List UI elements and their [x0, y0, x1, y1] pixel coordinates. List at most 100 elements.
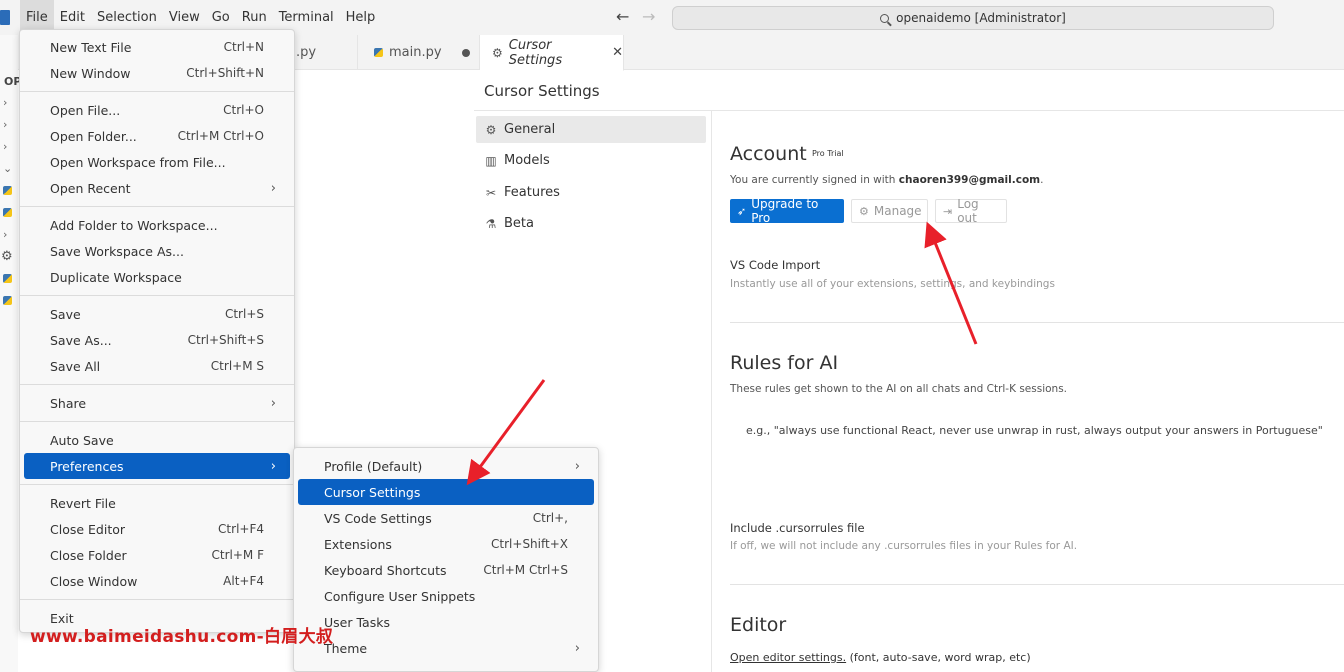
file-menu: New Text File Ctrl+N New Window Ctrl+Shift…	[19, 29, 295, 633]
flask-icon: ⚗	[485, 216, 497, 231]
menu-item-save-as[interactable]: Save As... Ctrl+Shift+S	[24, 327, 290, 353]
menu-item-new-window[interactable]: New Window Ctrl+Shift+N	[24, 60, 290, 86]
menu-item-user-tasks[interactable]: User Tasks	[298, 609, 594, 635]
vscode-import-title: VS Code Import	[730, 258, 821, 272]
account-email: chaoren399@gmail.com	[898, 174, 1041, 186]
settings-nav-label: Features	[504, 185, 560, 200]
chevron-right-icon: ›	[270, 458, 276, 474]
rules-for-ai-title: Rules for AI	[730, 352, 839, 374]
chevron-right-icon: ›	[270, 395, 276, 411]
gear-icon[interactable]: ⚙	[1, 249, 13, 264]
python-file-icon[interactable]	[3, 296, 12, 305]
menu-item-add-folder[interactable]: Add Folder to Workspace...	[24, 212, 290, 238]
menu-item-revert-file[interactable]: Revert File	[24, 490, 290, 516]
settings-nav-general[interactable]: ⚙ General	[476, 116, 706, 143]
chevron-right-icon: ›	[270, 180, 276, 196]
vscode-import-desc: Instantly use all of your extensions, se…	[730, 278, 1055, 290]
plan-badge: Pro Trial	[812, 149, 844, 158]
back-arrow-icon[interactable]: ←	[616, 7, 629, 26]
menu-item-share[interactable]: Share ›	[24, 390, 290, 416]
menu-item-close-editor[interactable]: Close Editor Ctrl+F4	[24, 516, 290, 542]
tab-py[interactable]: .py	[288, 35, 358, 70]
menu-item-configure-snippets[interactable]: Configure User Snippets	[298, 583, 594, 609]
signed-in-text: You are currently signed in with chaoren…	[730, 174, 1044, 186]
divider	[474, 110, 1344, 111]
manage-button[interactable]: ⚙ Manage	[851, 199, 928, 223]
menu-separator	[20, 384, 294, 385]
settings-nav-models[interactable]: ▥ Models	[476, 147, 706, 174]
tab-label: Cursor Settings	[508, 37, 563, 68]
account-title: Account	[730, 143, 807, 165]
python-file-icon[interactable]	[3, 208, 12, 217]
gear-icon: ⚙	[485, 122, 497, 137]
menu-item-preferences[interactable]: Preferences ›	[24, 453, 290, 479]
divider	[730, 584, 1344, 585]
gear-icon: ⚙	[492, 45, 503, 60]
settings-nav-features[interactable]: ✂ Features	[476, 179, 706, 206]
upgrade-to-pro-button[interactable]: ➶ Upgrade to Pro	[730, 197, 844, 225]
menu-item-close-folder[interactable]: Close Folder Ctrl+M F	[24, 542, 290, 568]
menu-separator	[20, 484, 294, 485]
menu-item-new-text-file[interactable]: New Text File Ctrl+N	[24, 34, 290, 60]
menu-item-duplicate-workspace[interactable]: Duplicate Workspace	[24, 264, 290, 290]
chevron-right-icon[interactable]: ›	[3, 96, 7, 109]
chevron-down-icon[interactable]: ⌄	[3, 162, 12, 175]
tab-main-py[interactable]: main.py	[358, 35, 480, 70]
page-title: Cursor Settings	[484, 82, 600, 100]
menu-item-close-window[interactable]: Close Window Alt+F4	[24, 568, 290, 594]
editor-settings-line: Open editor settings. (font, auto-save, …	[730, 651, 1031, 664]
app-logo-icon	[0, 10, 10, 25]
menu-item-open-file[interactable]: Open File... Ctrl+O	[24, 97, 290, 123]
search-icon	[880, 13, 890, 23]
forward-arrow-icon[interactable]: →	[642, 7, 655, 26]
rules-input[interactable]: e.g., "always use functional React, neve…	[746, 424, 1323, 437]
menu-item-theme[interactable]: Theme ›	[298, 635, 594, 661]
menu-item-save-workspace-as[interactable]: Save Workspace As...	[24, 238, 290, 264]
app-window: File Edit Selection View Go Run Terminal…	[0, 0, 1344, 672]
open-editor-settings-link[interactable]: Open editor settings.	[730, 651, 846, 664]
search-text: openaidemo [Administrator]	[896, 11, 1066, 25]
settings-nav-label: General	[504, 122, 556, 137]
menu-item-open-recent[interactable]: Open Recent ›	[24, 175, 290, 201]
python-file-icon[interactable]	[3, 186, 12, 195]
menu-item-auto-save[interactable]: Auto Save	[24, 427, 290, 453]
settings-nav-label: Models	[504, 153, 550, 168]
close-icon[interactable]: ✕	[612, 45, 623, 60]
menu-separator	[20, 295, 294, 296]
python-file-icon[interactable]	[3, 274, 12, 283]
divider	[730, 322, 1344, 323]
settings-nav-label: Beta	[504, 216, 534, 231]
unsaved-dot-icon[interactable]	[461, 48, 470, 57]
menu-item-save-all[interactable]: Save All Ctrl+M S	[24, 353, 290, 379]
menu-item-profile[interactable]: Profile (Default) ›	[298, 453, 594, 479]
watermark-text: www.baimeidashu.com-白眉大叔	[30, 627, 334, 647]
chevron-right-icon[interactable]: ›	[3, 140, 7, 153]
menu-item-open-workspace[interactable]: Open Workspace from File...	[24, 149, 290, 175]
chevron-right-icon[interactable]: ›	[3, 228, 7, 241]
divider	[711, 111, 712, 672]
bar-chart-icon: ▥	[485, 153, 497, 168]
tab-label: .py	[296, 45, 317, 60]
settings-nav-beta[interactable]: ⚗ Beta	[476, 210, 706, 237]
cursorrules-title: Include .cursorrules file	[730, 521, 865, 535]
menu-item-open-folder[interactable]: Open Folder... Ctrl+M Ctrl+O	[24, 123, 290, 149]
menu-item-save[interactable]: Save Ctrl+S	[24, 301, 290, 327]
menu-item-extensions[interactable]: Extensions Ctrl+Shift+X	[298, 531, 594, 557]
command-center-search[interactable]: openaidemo [Administrator]	[672, 6, 1274, 30]
gear-icon: ⚙	[859, 204, 869, 218]
chevron-right-icon[interactable]: ›	[3, 118, 7, 131]
log-out-icon: ⇥	[943, 204, 953, 218]
menu-separator	[20, 599, 294, 600]
log-out-button[interactable]: ⇥ Log out	[935, 197, 1007, 225]
menu-item-keyboard-shortcuts[interactable]: Keyboard Shortcuts Ctrl+M Ctrl+S	[298, 557, 594, 583]
menu-help[interactable]: Help	[340, 0, 382, 35]
preferences-submenu: Profile (Default) › Cursor Settings VS Co…	[293, 447, 599, 672]
menu-separator	[20, 91, 294, 92]
tab-cursor-settings[interactable]: ⚙ Cursor Settings ✕	[480, 35, 624, 71]
menu-item-vscode-settings[interactable]: VS Code Settings Ctrl+,	[298, 505, 594, 531]
python-file-icon	[374, 48, 383, 57]
tab-label: main.py	[389, 45, 442, 60]
chevron-right-icon: ›	[574, 458, 580, 474]
menu-item-cursor-settings[interactable]: Cursor Settings	[298, 479, 594, 505]
editor-title: Editor	[730, 614, 787, 636]
